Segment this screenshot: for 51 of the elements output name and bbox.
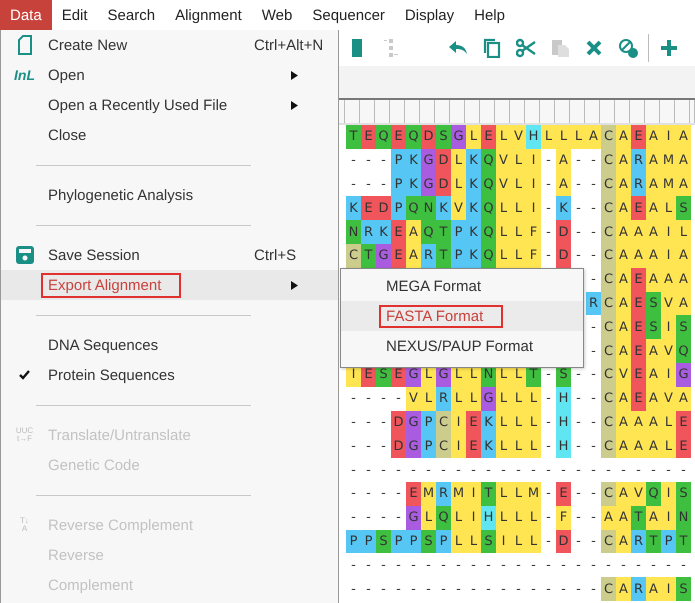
shortcut-label: Ctrl+Alt+N xyxy=(254,36,324,54)
menu-item[interactable]: Edit xyxy=(52,0,98,30)
sequence-row: - - - P K G D L K Q V L I - A - - C A R A M A xyxy=(346,172,691,196)
sequence-row: P P S P P S P L L S I L L - D - - C A R T P T xyxy=(346,530,691,554)
document-icon xyxy=(18,35,32,55)
sequence-row: - - - - E M R M I T L L M - E - - C A V Q I S xyxy=(346,482,691,506)
sequence-row: C T G E A R T P K Q L L F - D - - C A A A I A xyxy=(346,244,691,268)
sequence-row: - - - D G P C I E K L L L - H - - C A A A L E xyxy=(346,410,691,434)
sequence-row: - - - P K G D L K Q V L I - A - - C A R A M A xyxy=(346,148,691,173)
sequence-row: - C A E A A A xyxy=(586,268,691,292)
menu-item[interactable]: Search xyxy=(98,0,166,30)
menu-item[interactable]: Alignment xyxy=(165,0,252,30)
sequence-row: - - - - V L R L L G L L L - H - - C A E A V A xyxy=(346,386,691,411)
menu-item[interactable]: Display xyxy=(394,0,464,30)
menu-item[interactable]: Protein Sequences xyxy=(1,360,338,390)
add-icon[interactable] xyxy=(659,38,679,58)
open-icon: InL xyxy=(14,68,35,82)
menu-item[interactable]: Help xyxy=(464,0,515,30)
menu-item[interactable]: NEXUS/PAUP Format xyxy=(341,331,583,361)
menu-item[interactable]: Data xyxy=(0,0,52,30)
menu-item[interactable]: MEGA Format xyxy=(341,271,583,301)
translate-icon: T↓ A xyxy=(20,517,29,533)
sequence-row: - - - - - - - - - - - - - - - - - - - - - - - xyxy=(346,458,691,482)
sequence-row: N R K E A Q T P K Q L L F - D - - C A A A I L xyxy=(346,220,691,244)
menu-item[interactable]: Close xyxy=(1,120,338,150)
menu-item[interactable]: Phylogenetic Analysis xyxy=(1,180,338,210)
sequence-row: - - - D G P C I E K L L L - H - - C A A A L E xyxy=(346,434,691,458)
save-icon xyxy=(16,246,34,264)
sequence-row: K E D P Q N K V K Q L L I - K - - C A E A L S xyxy=(346,196,691,220)
delete-icon[interactable] xyxy=(584,38,604,58)
menu-item[interactable]: Open a Recently Used File xyxy=(1,90,338,120)
menu-item[interactable]: Save Session Ctrl+S xyxy=(1,240,338,270)
shortcut-label: Ctrl+S xyxy=(254,246,296,264)
menu-item[interactable]: Sequencer xyxy=(302,0,395,30)
menu-item[interactable]: FASTA Format xyxy=(341,301,583,331)
sequence-row: - - - - - - - - - - - - - - - - - - - - - - - xyxy=(346,553,691,578)
sequence-row: - C A E A V Q xyxy=(586,339,691,363)
menu-item[interactable]: Export Alignment xyxy=(1,270,338,300)
sequence-row: R C A E S V A xyxy=(586,292,691,316)
menu-item[interactable]: InL Open xyxy=(1,60,338,90)
sequence-row: T E Q E Q D S G L E L V H L L L A C A E A I A xyxy=(346,125,691,149)
no-gaps-icon[interactable] xyxy=(618,38,638,58)
sequence-row: - - - - G L Q L I H L L L - F - - A A T A I N xyxy=(346,506,691,530)
scissors-icon[interactable] xyxy=(516,38,536,58)
menu-item[interactable]: Web xyxy=(252,0,302,30)
menu-item[interactable]: Create New Ctrl+Alt+N xyxy=(1,30,338,60)
copy-icon[interactable] xyxy=(482,38,502,58)
menu-item[interactable]: DNA Sequences xyxy=(1,330,338,360)
sequence-row: - - - - - - - - - - - - - - - - - C A R A I S xyxy=(346,577,691,601)
sequence-row: - C A E S I S xyxy=(586,315,691,340)
translate-icon: UUC t→F xyxy=(16,427,34,443)
